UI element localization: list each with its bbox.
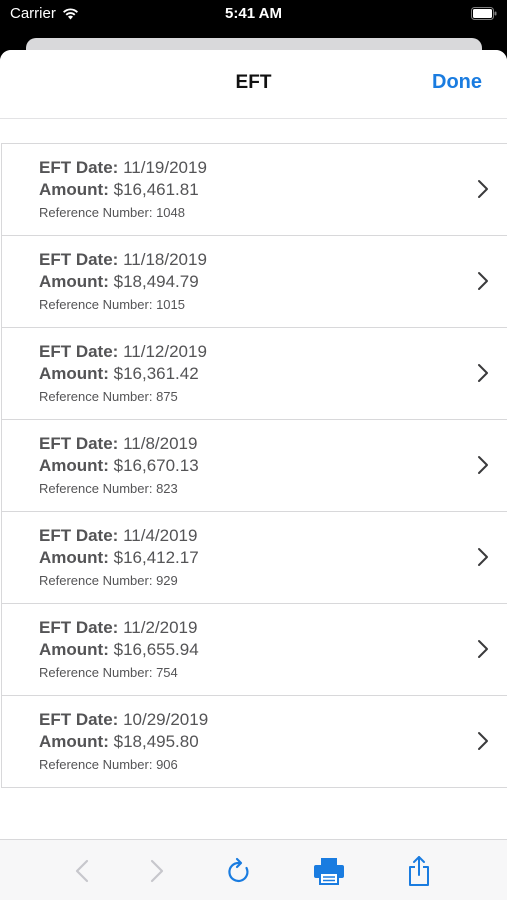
amount-value: $16,655.94	[113, 640, 199, 659]
reference-value: 1048	[156, 205, 185, 220]
reference-label: Reference Number:	[39, 573, 153, 588]
eft-date-line: EFT Date: 11/18/2019	[39, 250, 207, 270]
reference-label: Reference Number:	[39, 205, 153, 220]
eft-row[interactable]: EFT Date: 10/29/2019 Amount: $18,495.80 Re…	[2, 696, 507, 788]
amount-value: $16,670.13	[113, 456, 199, 475]
forward-button[interactable]	[140, 854, 174, 888]
eft-row[interactable]: EFT Date: 11/19/2019 Amount: $16,461.81 Re…	[2, 144, 507, 236]
eft-date-label: EFT Date:	[39, 434, 119, 453]
eft-row[interactable]: EFT Date: 11/2/2019 Amount: $16,655.94 Ref…	[2, 604, 507, 696]
reference-label: Reference Number:	[39, 757, 153, 772]
reference-line: Reference Number: 754	[39, 665, 178, 680]
amount-line: Amount: $16,655.94	[39, 640, 199, 660]
amount-label: Amount:	[39, 548, 109, 567]
amount-line: Amount: $16,412.17	[39, 548, 199, 568]
reference-line: Reference Number: 906	[39, 757, 178, 772]
eft-date-value: 11/8/2019	[123, 434, 198, 453]
chevron-right-icon	[478, 364, 488, 382]
share-button[interactable]	[402, 854, 436, 888]
eft-row[interactable]: EFT Date: 11/8/2019 Amount: $16,670.13 Ref…	[2, 420, 507, 512]
eft-date-label: EFT Date:	[39, 618, 119, 637]
amount-label: Amount:	[39, 732, 109, 751]
reference-line: Reference Number: 1048	[39, 205, 185, 220]
eft-row[interactable]: EFT Date: 11/12/2019 Amount: $16,361.42 Re…	[2, 328, 507, 420]
amount-value: $18,494.79	[113, 272, 199, 291]
back-arrow-icon	[75, 859, 89, 883]
eft-date-line: EFT Date: 10/29/2019	[39, 710, 208, 730]
amount-line: Amount: $18,494.79	[39, 272, 199, 292]
amount-value: $18,495.80	[113, 732, 199, 751]
eft-list: EFT Date: 11/19/2019 Amount: $16,461.81 Re…	[1, 143, 507, 788]
eft-date-value: 11/18/2019	[123, 250, 207, 269]
battery-icon	[471, 7, 497, 20]
reference-value: 906	[156, 757, 178, 772]
bottom-toolbar	[0, 839, 507, 900]
reference-value: 823	[156, 481, 178, 496]
amount-line: Amount: $16,361.42	[39, 364, 199, 384]
amount-label: Amount:	[39, 272, 109, 291]
back-button[interactable]	[65, 854, 99, 888]
amount-label: Amount:	[39, 456, 109, 475]
print-icon	[314, 858, 344, 885]
amount-value: $16,461.81	[113, 180, 199, 199]
eft-row[interactable]: EFT Date: 11/18/2019 Amount: $18,494.79 Re…	[2, 236, 507, 328]
modal-sheet: EFT Done EFT Date: 11/19/2019 Amount: $16…	[0, 50, 507, 900]
eft-date-value: 11/2/2019	[123, 618, 198, 637]
status-time: 5:41 AM	[225, 5, 282, 22]
reference-line: Reference Number: 1015	[39, 297, 185, 312]
eft-date-label: EFT Date:	[39, 158, 119, 177]
eft-date-label: EFT Date:	[39, 526, 119, 545]
chevron-right-icon	[478, 732, 488, 750]
chevron-right-icon	[478, 180, 488, 198]
reference-label: Reference Number:	[39, 481, 153, 496]
amount-value: $16,361.42	[113, 364, 199, 383]
eft-date-line: EFT Date: 11/4/2019	[39, 526, 197, 546]
forward-arrow-icon	[150, 859, 164, 883]
chevron-right-icon	[478, 548, 488, 566]
refresh-icon	[228, 857, 249, 883]
reference-value: 929	[156, 573, 178, 588]
reference-value: 754	[156, 665, 178, 680]
chevron-right-icon	[478, 640, 488, 658]
amount-label: Amount:	[39, 640, 109, 659]
amount-line: Amount: $16,461.81	[39, 180, 199, 200]
eft-date-line: EFT Date: 11/8/2019	[39, 434, 197, 454]
reference-value: 1015	[156, 297, 185, 312]
chevron-right-icon	[478, 272, 488, 290]
eft-date-value: 11/4/2019	[123, 526, 198, 545]
reference-value: 875	[156, 389, 178, 404]
eft-date-label: EFT Date:	[39, 710, 119, 729]
reference-label: Reference Number:	[39, 389, 153, 404]
amount-line: Amount: $16,670.13	[39, 456, 199, 476]
eft-date-value: 10/29/2019	[123, 710, 209, 729]
eft-date-line: EFT Date: 11/12/2019	[39, 342, 207, 362]
eft-date-label: EFT Date:	[39, 250, 119, 269]
amount-label: Amount:	[39, 364, 109, 383]
page-title: EFT	[235, 72, 272, 93]
eft-date-value: 11/12/2019	[123, 342, 207, 361]
amount-line: Amount: $18,495.80	[39, 732, 199, 752]
reference-label: Reference Number:	[39, 665, 153, 680]
eft-date-value: 11/19/2019	[123, 158, 207, 177]
status-bar: Carrier 5:41 AM	[0, 0, 507, 30]
reference-line: Reference Number: 875	[39, 389, 178, 404]
eft-date-line: EFT Date: 11/19/2019	[39, 158, 207, 178]
chevron-right-icon	[478, 456, 488, 474]
content-area: EFT Date: 11/19/2019 Amount: $16,461.81 Re…	[0, 119, 507, 839]
print-button[interactable]	[312, 854, 346, 888]
eft-date-line: EFT Date: 11/2/2019	[39, 618, 197, 638]
amount-label: Amount:	[39, 180, 109, 199]
amount-value: $16,412.17	[113, 548, 199, 567]
done-button[interactable]: Done	[432, 71, 482, 94]
reference-line: Reference Number: 823	[39, 481, 178, 496]
reference-line: Reference Number: 929	[39, 573, 178, 588]
eft-date-label: EFT Date:	[39, 342, 119, 361]
navigation-bar: EFT Done	[0, 50, 507, 119]
eft-row[interactable]: EFT Date: 11/4/2019 Amount: $16,412.17 Ref…	[2, 512, 507, 604]
reference-label: Reference Number:	[39, 297, 153, 312]
refresh-button[interactable]	[222, 854, 256, 888]
share-icon	[409, 856, 429, 886]
